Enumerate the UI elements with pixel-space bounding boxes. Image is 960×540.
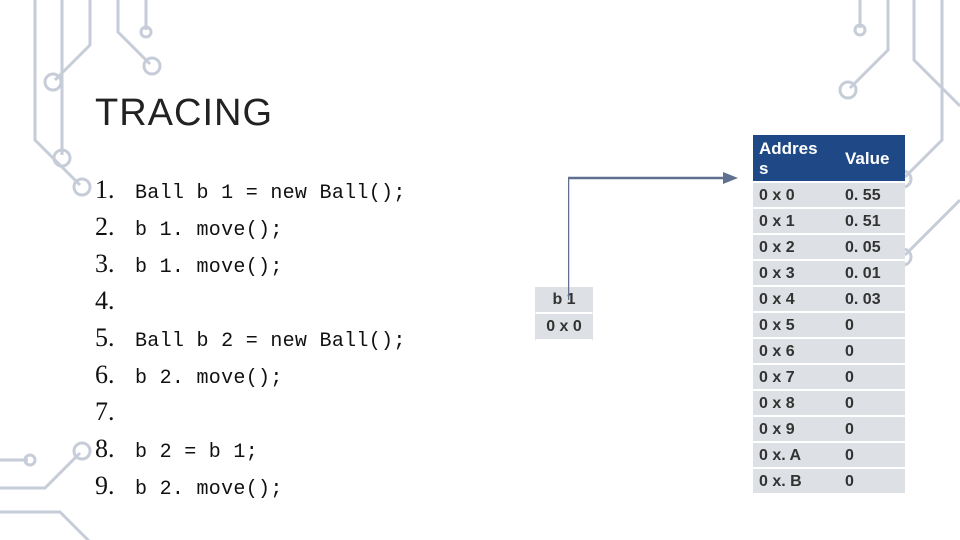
memory-row: 0 x 10. 51 bbox=[753, 208, 905, 234]
memory-row: 0 x 80 bbox=[753, 390, 905, 416]
memory-row: 0 x 00. 55 bbox=[753, 182, 905, 208]
code-line-3: 3.b 1. move(); bbox=[95, 249, 406, 286]
memory-row: 0 x 40. 03 bbox=[753, 286, 905, 312]
memory-row: 0 x 60 bbox=[753, 338, 905, 364]
variable-value: 0 x 0 bbox=[535, 314, 593, 341]
memory-table: Addres sValue 0 x 00. 55 0 x 10. 51 0 x … bbox=[753, 135, 905, 495]
variable-name: b 1 bbox=[535, 287, 593, 314]
slide-title: TRACING bbox=[95, 92, 273, 135]
memory-row: 0 x 70 bbox=[753, 364, 905, 390]
memory-row: 0 x 30. 01 bbox=[753, 260, 905, 286]
code-line-2: 2.b 1. move(); bbox=[95, 212, 406, 249]
memory-row: 0 x 90 bbox=[753, 416, 905, 442]
memory-row: 0 x. A0 bbox=[753, 442, 905, 468]
code-line-6: 6.b 2. move(); bbox=[95, 360, 406, 397]
code-block: 1.Ball b 1 = new Ball(); 2.b 1. move(); … bbox=[95, 175, 406, 508]
memory-row: 0 x 50 bbox=[753, 312, 905, 338]
code-line-5: 5.Ball b 2 = new Ball(); bbox=[95, 323, 406, 360]
code-line-8: 8.b 2 = b 1; bbox=[95, 434, 406, 471]
code-line-1: 1.Ball b 1 = new Ball(); bbox=[95, 175, 406, 212]
code-line-7: 7. bbox=[95, 397, 406, 434]
variable-reference-box: b 1 0 x 0 bbox=[535, 287, 593, 341]
memory-header-address: Addres s bbox=[753, 135, 839, 182]
memory-row: 0 x 20. 05 bbox=[753, 234, 905, 260]
code-line-9: 9.b 2. move(); bbox=[95, 471, 406, 508]
memory-header-value: Value bbox=[839, 135, 905, 182]
code-line-4: 4. bbox=[95, 286, 406, 323]
memory-row: 0 x. B0 bbox=[753, 468, 905, 494]
reference-arrow bbox=[568, 170, 768, 310]
